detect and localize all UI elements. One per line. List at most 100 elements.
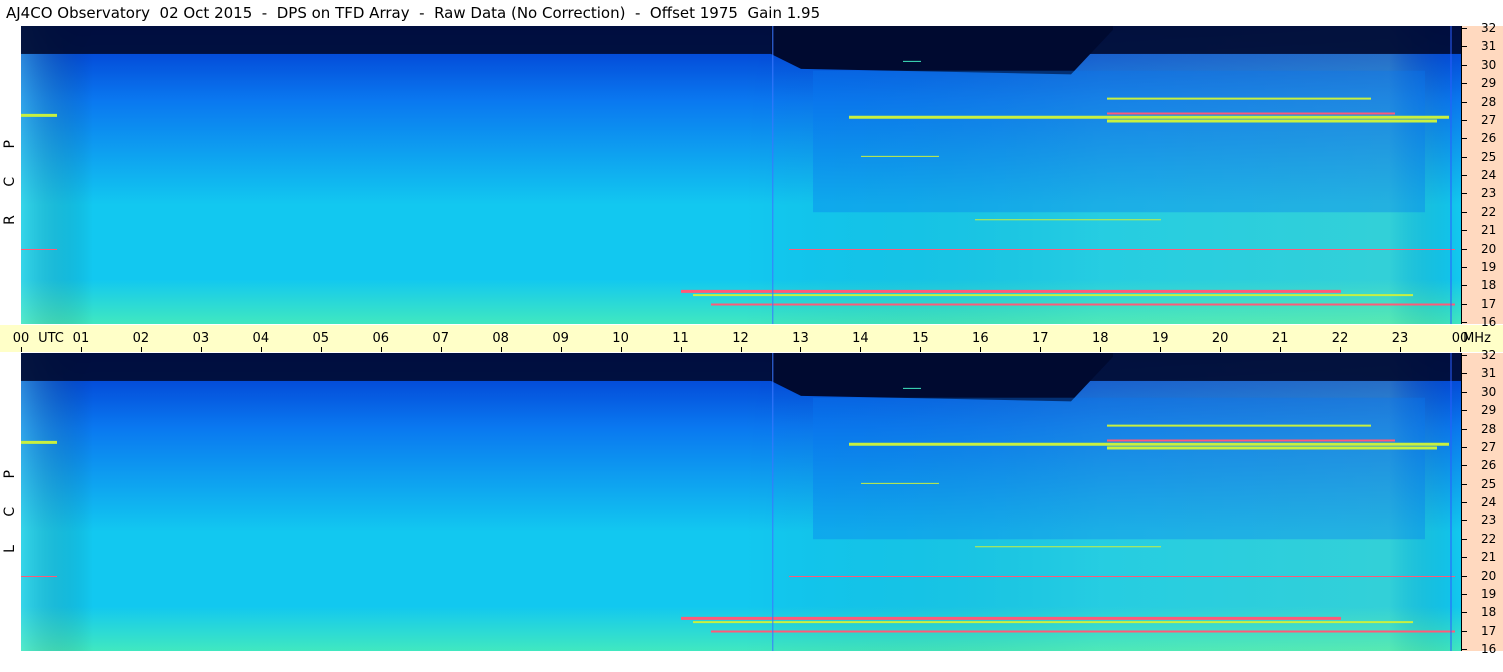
- freq-tick-label: 25: [1481, 476, 1497, 491]
- freq-tick-mark: [1461, 428, 1467, 430]
- freq-tick-mark: [1461, 502, 1467, 503]
- time-tick-mark: [440, 347, 442, 352]
- freq-tick-label: 31: [1481, 39, 1497, 54]
- freq-tick-mark: [1461, 612, 1467, 614]
- freq-tick-mark: [1461, 193, 1467, 195]
- freq-tick-label: 31: [1481, 366, 1497, 381]
- high-freq-dark-band: [21, 26, 1461, 54]
- freq-tick-mark: [1461, 230, 1467, 232]
- freq-tick-mark: [1461, 649, 1467, 650]
- freq-tick-mark: [1461, 119, 1467, 121]
- freq-tick-label: 21: [1481, 223, 1497, 238]
- freq-tick-mark: [1461, 538, 1467, 540]
- time-tick-mark: [1400, 347, 1402, 352]
- lcp-spectrogram: [21, 353, 1461, 651]
- freq-tick-mark: [1461, 483, 1467, 485]
- night-dark-region: [771, 353, 1113, 402]
- freq-tick-mark: [1461, 28, 1467, 29]
- time-tick-mark: [1340, 347, 1342, 352]
- time-tick-mark: [260, 347, 262, 352]
- freq-tick-label: 29: [1481, 76, 1497, 91]
- freq-axis-top: 16 17 18 19 20 21 22 23 24 25 26 27 28 29 30 31 32: [1461, 21, 1503, 329]
- time-tick-mark: [980, 347, 982, 352]
- time-axis: 00 01 02 03 04 05 06 07 08 09 10 11 12 13 14 15 16 17 18 19…: [0, 325, 1503, 352]
- time-tick-mark: [740, 347, 742, 352]
- freq-tick-label: 28: [1481, 421, 1497, 436]
- freq-tick-mark: [1461, 630, 1467, 632]
- time-tick-mark: [860, 347, 862, 352]
- time-tick-mark: [200, 347, 202, 352]
- rcp-spectrogram-svg: [21, 26, 1461, 324]
- freq-tick-label: 30: [1481, 384, 1497, 399]
- time-tick-mark: [320, 347, 322, 352]
- freq-tick-label: 27: [1481, 112, 1497, 127]
- freq-tick-mark: [1461, 46, 1467, 48]
- freq-tick-label: 28: [1481, 94, 1497, 109]
- freq-tick-mark: [1461, 83, 1467, 85]
- freq-tick-mark: [1461, 557, 1467, 559]
- freq-tick-mark: [1461, 446, 1467, 448]
- time-tick-mark: [1040, 347, 1042, 352]
- freq-tick-label: 19: [1481, 586, 1497, 601]
- daytime-structure: [813, 70, 1425, 213]
- freq-tick-mark: [1461, 266, 1467, 268]
- time-tick-mark: [560, 347, 562, 352]
- time-tick-mark: [380, 347, 382, 352]
- time-axis-unit: UTC: [38, 331, 64, 346]
- time-tick-mark: [500, 347, 502, 352]
- freq-tick-label: 25: [1481, 149, 1497, 164]
- time-tick-mark: [680, 347, 682, 352]
- night-dark-region: [771, 26, 1113, 75]
- freq-tick-mark: [1461, 138, 1467, 140]
- freq-tick-mark: [1461, 211, 1467, 213]
- freq-tick-label: 23: [1481, 513, 1497, 528]
- freq-tick-mark: [1461, 520, 1467, 522]
- freq-tick-label: 22: [1481, 204, 1497, 219]
- freq-tick-mark: [1461, 64, 1467, 66]
- freq-tick-label: 21: [1481, 550, 1497, 565]
- time-tick-mark: [1460, 347, 1461, 352]
- freq-tick-label: 22: [1481, 531, 1497, 546]
- freq-tick-label: 32: [1481, 21, 1497, 35]
- freq-tick-label: 19: [1481, 259, 1497, 274]
- freq-tick-label: 26: [1481, 458, 1497, 473]
- freq-tick-mark: [1461, 156, 1467, 158]
- freq-axis-bottom: 16 17 18 19 20 21 22 23 24 25 26 27 28 29 30 31 32: [1461, 348, 1503, 656]
- freq-tick-mark: [1461, 391, 1467, 393]
- freq-tick-label: 18: [1481, 605, 1497, 620]
- freq-tick-label: 27: [1481, 439, 1497, 454]
- daytime-structure: [813, 397, 1425, 540]
- time-tick-mark: [21, 347, 22, 352]
- freq-tick-mark: [1461, 285, 1467, 287]
- freq-tick-mark: [1461, 322, 1467, 323]
- time-tick-mark: [1220, 347, 1222, 352]
- freq-tick-mark: [1461, 410, 1467, 412]
- freq-tick-label: 29: [1481, 403, 1497, 418]
- freq-tick-label: 16: [1481, 315, 1497, 329]
- freq-tick-mark: [1461, 593, 1467, 595]
- freq-tick-label: 23: [1481, 186, 1497, 201]
- freq-tick-mark: [1461, 248, 1467, 250]
- freq-tick-label: 20: [1481, 568, 1497, 583]
- freq-tick-mark: [1461, 303, 1467, 305]
- freq-tick-label: 17: [1481, 623, 1497, 638]
- freq-tick-label: 17: [1481, 296, 1497, 311]
- time-tick-mark: [1280, 347, 1282, 352]
- rcp-spectrogram: [21, 26, 1461, 324]
- freq-tick-label: 20: [1481, 241, 1497, 256]
- freq-tick-label: 24: [1481, 168, 1497, 182]
- freq-tick-mark: [1461, 175, 1467, 176]
- freq-tick-mark: [1461, 355, 1467, 356]
- chart-title: AJ4CO Observatory 02 Oct 2015 - DPS on T…: [6, 4, 821, 22]
- freq-tick-label: 18: [1481, 278, 1497, 293]
- freq-tick-label: 24: [1481, 495, 1497, 509]
- time-tick-mark: [1160, 347, 1162, 352]
- high-freq-dark-band: [21, 353, 1461, 381]
- time-tick-mark: [800, 347, 802, 352]
- freq-tick-label: 16: [1481, 642, 1497, 656]
- freq-tick-mark: [1461, 575, 1467, 577]
- freq-tick-label: 30: [1481, 57, 1497, 72]
- freq-tick-label: 26: [1481, 131, 1497, 146]
- freq-tick-mark: [1461, 373, 1467, 375]
- lcp-spectrogram-svg: [21, 353, 1461, 651]
